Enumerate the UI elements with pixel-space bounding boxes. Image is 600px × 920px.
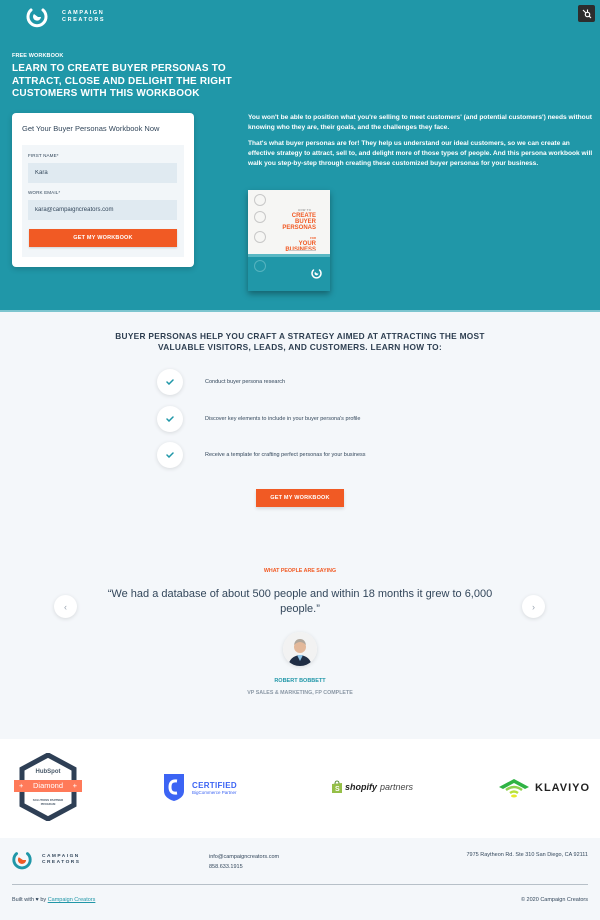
book-title-line: PERSONAS [282, 225, 316, 231]
hubspot-diamond-badge: HubSpot + Diamond + SOLUTIONS PARTNER PR… [14, 753, 82, 821]
brand-logo[interactable]: CAMPAIGN CREATORS [26, 6, 105, 28]
hubspot-wordmark: HubSpot [35, 769, 61, 775]
testimonial-name: ROBERT BOBBETT [274, 678, 326, 684]
checkmark-icon [157, 369, 183, 395]
klaviyo-signal-icon [499, 779, 529, 798]
shopify-wordmark: shopify [345, 782, 378, 792]
first-name-label: FIRST NAME* [28, 153, 59, 158]
benefit-item: Receive a template for crafting perfect … [157, 442, 366, 468]
shopify-partners-logo: S shopify partners [331, 780, 413, 794]
hero-paragraph: You won't be able to position what you'r… [248, 114, 592, 131]
workbook-cover-image: HOW TO CREATE BUYER PERSONAS FOR YOUR BU… [248, 190, 330, 291]
bigcommerce-title: CERTIFIED [192, 780, 237, 790]
persona-avatar-icon [254, 231, 266, 243]
footer-built-with: Built with ♥ by Campaign Creators [12, 897, 96, 903]
shopify-bag-icon: S [332, 780, 342, 793]
bigcommerce-shield-icon [164, 774, 184, 801]
work-email-field[interactable] [28, 200, 177, 220]
heart-icon: ♥ [35, 897, 39, 903]
plus-icon: + [19, 781, 24, 790]
book-how-to: HOW TO [298, 208, 312, 212]
form-title: Get Your Buyer Personas Workbook Now [22, 124, 160, 133]
persona-avatar-icon [254, 194, 266, 206]
book-divider [288, 250, 316, 251]
checkmark-icon [157, 406, 183, 432]
footer-address: 7975 Raytheon Rd. Ste 310 San Diego, CA … [466, 852, 589, 858]
work-email-label: WORK EMAIL* [28, 190, 61, 195]
signup-form-card: Get Your Buyer Personas Workbook Now FIR… [12, 113, 194, 267]
footer-divider [12, 884, 588, 885]
chevron-left-icon: ‹ [64, 601, 67, 612]
get-workbook-cta-button[interactable]: GET MY WORKBOOK [256, 489, 344, 507]
footer-copyright: © 2020 Campaign Creators [520, 897, 588, 903]
hero-title: LEARN TO CREATE BUYER PERSONAS TO ATTRAC… [12, 63, 232, 99]
hero-eyebrow: FREE WORKBOOK [12, 53, 64, 59]
benefit-text: Conduct buyer persona research [205, 379, 286, 385]
book-for: FOR [310, 236, 316, 240]
hero-divider [0, 310, 600, 312]
diamond-ribbon: + Diamond + [14, 780, 82, 792]
persona-avatar-icon [254, 260, 266, 272]
chevron-right-icon: › [532, 601, 535, 612]
benefits-title: BUYER PERSONAS HELP YOU CRAFT A STRATEGY… [115, 331, 485, 352]
partners-section: HubSpot + Diamond + SOLUTIONS PARTNER PR… [0, 739, 600, 838]
hero-section: CAMPAIGN CREATORS FREE WORKBOOK LEARN TO… [0, 0, 600, 311]
benefit-item: Discover key elements to include in your… [157, 406, 360, 432]
footer-brand-wordmark: CAMPAIGN CREATORS [42, 853, 81, 866]
svg-text:S: S [335, 786, 340, 793]
campaign-creators-logo-icon [12, 852, 32, 870]
testimonial-avatar [283, 632, 317, 666]
diamond-tier-label: Diamond [32, 781, 63, 790]
shopify-partners-wordmark: partners [380, 782, 414, 792]
benefit-item: Conduct buyer persona research [157, 369, 285, 395]
program-label: PROGRAM [40, 802, 56, 806]
hubspot-sprocket-icon[interactable] [578, 5, 595, 22]
testimonial-role: VP SALES & MARKETING, FP COMPLETE [247, 690, 353, 696]
persona-avatar-icon [254, 211, 266, 223]
footer-phone: 858.633.1915 [209, 864, 243, 870]
checkmark-icon [157, 442, 183, 468]
benefit-text: Discover key elements to include in your… [205, 416, 361, 422]
brand-wordmark: CAMPAIGN CREATORS [62, 10, 106, 23]
klaviyo-logo: KLAVIYO [498, 778, 590, 798]
testimonial-quote: “We had a database of about 500 people a… [107, 588, 493, 615]
plus-icon: + [72, 781, 77, 790]
hero-paragraph: That's what buyer personas are for! They… [248, 140, 593, 167]
klaviyo-wordmark: KLAVIYO [535, 782, 591, 794]
footer-campaign-creators-link[interactable]: Campaign Creators [48, 897, 96, 903]
bigcommerce-subtitle: BigCommerce Partner [192, 789, 237, 795]
testimonial-next-button[interactable]: › [522, 595, 545, 618]
campaign-creators-logo-icon [26, 8, 48, 28]
benefit-text: Receive a template for crafting perfect … [205, 452, 366, 458]
footer-email-link[interactable]: info@campaigncreators.com [209, 852, 279, 862]
testimonial-eyebrow: WHAT PEOPLE ARE SAYING [263, 568, 337, 574]
first-name-field[interactable] [28, 163, 177, 183]
hero-description: You won't be able to position what you'r… [248, 113, 593, 169]
signup-form: FIRST NAME* WORK EMAIL* GET MY WORKBOOK [22, 145, 184, 257]
testimonial-prev-button[interactable]: ‹ [54, 595, 77, 618]
footer-contact: info@campaigncreators.com 858.633.1915 [209, 852, 279, 872]
get-workbook-submit-button[interactable]: GET MY WORKBOOK [29, 229, 177, 247]
footer: CAMPAIGN CREATORS info@campaigncreators.… [0, 838, 600, 920]
bigcommerce-partner-badge: CERTIFIED BigCommerce Partner [163, 773, 237, 802]
footer-brand-logo[interactable]: CAMPAIGN CREATORS [12, 850, 80, 870]
campaign-creators-logo-icon [311, 269, 322, 279]
